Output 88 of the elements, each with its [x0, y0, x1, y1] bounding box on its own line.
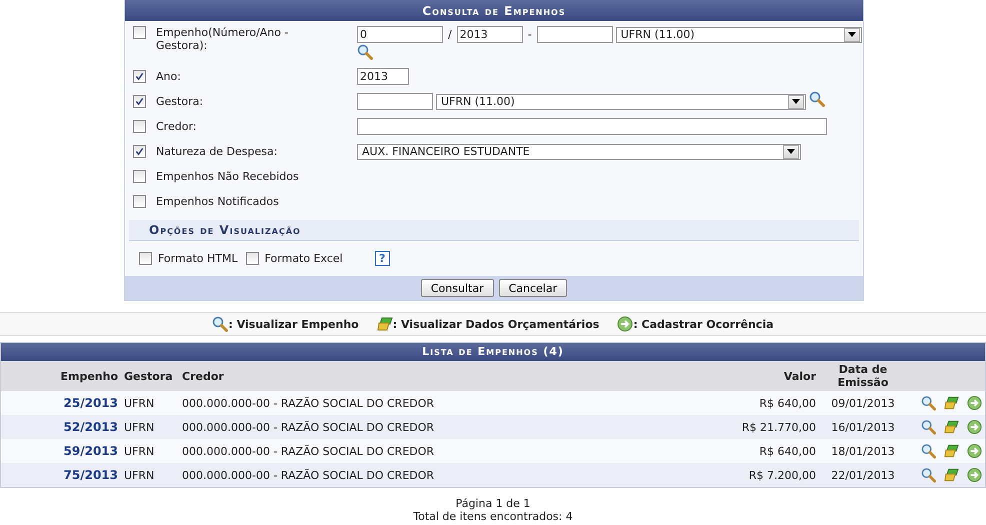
filter-label: Empenhos Não Recebidos: [156, 170, 300, 183]
submit-button[interactable]: Consultar: [420, 279, 494, 297]
total-count: Total de itens encontrados: 4: [413, 510, 573, 523]
table-cell: 000.000.000-00 - RAZÃO SOCIAL DO CREDOR: [182, 468, 434, 482]
gestora-field[interactable]: [536, 26, 613, 43]
column-header: Data de Emissão: [836, 363, 890, 389]
table-cell: R$ 21.770,00: [742, 420, 816, 434]
table-cell: UFRN: [124, 420, 154, 434]
number-field[interactable]: 0: [357, 26, 443, 43]
filter-label: Empenhos Notificados: [156, 195, 280, 208]
checkbox[interactable]: [133, 145, 146, 158]
checkbox[interactable]: [133, 195, 146, 208]
dropdown-button[interactable]: [844, 28, 860, 42]
search-icon[interactable]: [921, 419, 936, 435]
legend-label: : Cadastrar Ocorrência: [633, 318, 774, 330]
caret-icon: [787, 149, 795, 154]
table-cell: UFRN: [124, 444, 154, 458]
cancel-button[interactable]: Cancelar: [498, 279, 568, 297]
search-icon: [212, 316, 228, 332]
search-icon[interactable]: [357, 44, 373, 60]
column-header: Gestora: [124, 370, 173, 382]
empenho-link[interactable]: 25/2013: [64, 396, 118, 410]
legend-label: : Visualizar Dados Orçamentários: [392, 318, 600, 330]
table-cell: R$ 640,00: [759, 444, 816, 458]
gestora-select[interactable]: UFRN (11.00): [616, 26, 862, 42]
table-title: Lista de Empenhos (4): [1, 343, 985, 361]
table-cell: R$ 640,00: [759, 396, 816, 410]
table-cell: 000.000.000-00 - RAZÃO SOCIAL DO CREDOR: [182, 444, 434, 458]
year-field[interactable]: 2013: [357, 68, 409, 85]
table-cell: UFRN: [124, 468, 154, 482]
column-header: Valor: [784, 370, 816, 382]
search-icon[interactable]: [921, 395, 936, 411]
search-icon[interactable]: [921, 443, 936, 459]
help-button[interactable]: ?: [374, 251, 390, 266]
page-info: Página 1 de 1: [456, 497, 530, 510]
filter-label: Ano:: [156, 70, 182, 83]
format-label: Formato HTML: [158, 252, 238, 265]
arrow-circle-icon[interactable]: [967, 395, 982, 411]
money-icon[interactable]: [944, 443, 959, 459]
year-field[interactable]: 2013: [456, 26, 523, 43]
table-cell: UFRN: [124, 396, 154, 410]
empenho-link[interactable]: 59/2013: [64, 444, 118, 458]
section-title: Opções de Visualização: [129, 220, 859, 241]
search-icon[interactable]: [809, 90, 825, 106]
column-header: Credor: [182, 370, 224, 382]
filter-label: Natureza de Despesa:: [156, 145, 278, 158]
arrow-circle-icon: [617, 316, 634, 332]
money-icon[interactable]: [944, 395, 959, 411]
money-icon[interactable]: [944, 419, 959, 435]
money-icon: [376, 316, 393, 332]
empenho-link[interactable]: 75/2013: [64, 468, 118, 482]
checkbox[interactable]: [133, 70, 146, 83]
caret-icon: [792, 99, 800, 104]
dropdown-button[interactable]: [783, 144, 799, 158]
column-header: Empenho: [60, 370, 118, 382]
money-icon[interactable]: [944, 467, 959, 483]
dash-text: -: [526, 28, 533, 41]
checkbox[interactable]: [133, 95, 146, 108]
credor-field[interactable]: [357, 118, 827, 135]
checkbox[interactable]: [133, 26, 146, 39]
slash-text: /: [447, 28, 453, 41]
filter-label: Empenho(Número/Ano - Gestora):: [156, 26, 290, 52]
table-cell: 18/01/2013: [831, 444, 895, 458]
table-cell: 16/01/2013: [831, 420, 895, 434]
arrow-circle-icon[interactable]: [967, 419, 982, 435]
gestora-field[interactable]: [357, 93, 433, 110]
empenho-link[interactable]: 52/2013: [64, 420, 118, 434]
legend-label: : Visualizar Empenho: [228, 318, 359, 330]
table-cell: 000.000.000-00 - RAZÃO SOCIAL DO CREDOR: [182, 420, 434, 434]
dropdown-button[interactable]: [788, 94, 804, 108]
checkbox[interactable]: [139, 252, 152, 265]
form-title: Consulta de Empenhos: [125, 0, 863, 21]
caret-icon: [848, 32, 856, 37]
table-cell: R$ 7.200,00: [748, 468, 816, 482]
arrow-circle-icon[interactable]: [967, 443, 982, 459]
arrow-circle-icon[interactable]: [967, 467, 982, 483]
filter-label: Credor:: [156, 120, 198, 133]
table-cell: 09/01/2013: [831, 396, 895, 410]
checkbox[interactable]: [133, 120, 146, 133]
checkbox[interactable]: [133, 170, 146, 183]
table-cell: 22/01/2013: [831, 468, 895, 482]
natureza-select[interactable]: AUX. FINANCEIRO ESTUDANTE: [357, 144, 801, 160]
table-cell: 000.000.000-00 - RAZÃO SOCIAL DO CREDOR: [182, 396, 434, 410]
format-label: Formato Excel: [264, 252, 343, 265]
filter-label: Gestora:: [156, 95, 204, 108]
checkbox[interactable]: [246, 252, 259, 265]
gestora-select[interactable]: UFRN (11.00): [436, 94, 806, 110]
search-icon[interactable]: [921, 467, 936, 483]
